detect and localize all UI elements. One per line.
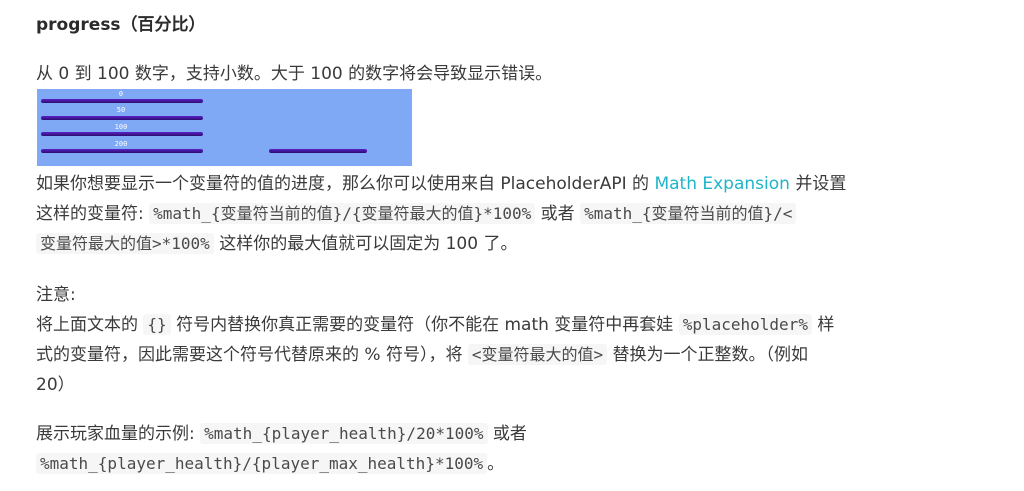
note-text-5: 替换为一个正整数。（例如: [607, 345, 809, 365]
note-text-4: 式的变量符，因此需要这个符号代替原来的 % 符号），将: [36, 345, 468, 365]
math-placeholder-code-1: %math_{变量符当前的值}/{变量符最大的值}*100%: [149, 203, 536, 224]
progress-bar-200: [41, 149, 203, 153]
progress-bar-100: [41, 132, 203, 136]
example-text-2: 或者: [487, 424, 527, 444]
example-text-3: 。: [487, 454, 505, 474]
note-text-2: 符号内替换你真正需要的变量符（你不能在 math 变量符中再套娃: [170, 315, 679, 335]
example-text-1: 展示玩家血量的示例:: [36, 424, 201, 444]
para2-text-4: 或者: [535, 204, 581, 224]
progress-bar-0: [41, 99, 203, 103]
para2-text-2: 并设置: [789, 174, 847, 194]
note-label: 注意:: [36, 285, 76, 305]
math-expansion-link[interactable]: Math Expansion: [654, 174, 789, 194]
progress-bar-200-overflow: [269, 149, 367, 153]
section-heading: progress（百分比）: [36, 15, 206, 35]
note-text-6: 20）: [36, 375, 75, 395]
note-section: 注意: 将上面文本的 {} 符号内替换你真正需要的变量符（你不能在 math 变…: [36, 280, 834, 400]
progress-demo-image: 0 50 100 200: [37, 89, 412, 166]
para2-text-3: 这样的变量符:: [36, 204, 150, 224]
health-example-code-1: %math_{player_health}/20*100%: [200, 423, 488, 444]
placeholder-explanation: 如果你想要显示一个变量符的值的进度，那么你可以使用来自 PlaceholderA…: [36, 169, 846, 259]
max-value-code: <变量符最大的值>: [467, 344, 608, 365]
progress-label-50: 50: [116, 106, 126, 114]
math-placeholder-code-2b: 变量符最大的值>*100%: [36, 233, 214, 254]
math-placeholder-code-2a: %math_{变量符当前的值}/<: [580, 203, 797, 224]
note-text-1: 将上面文本的: [36, 315, 144, 335]
placeholder-code: %placeholder%: [678, 314, 812, 335]
health-example-code-2: %math_{player_health}/{player_max_health…: [36, 453, 488, 474]
para2-text-5: 这样你的最大值就可以固定为 100 了。: [213, 234, 518, 254]
intro-text: 从 0 到 100 数字，支持小数。大于 100 的数字将会导致显示错误。: [36, 64, 553, 84]
para2-text-1: 如果你想要显示一个变量符的值的进度，那么你可以使用来自 PlaceholderA…: [36, 174, 655, 194]
progress-bar-50: [41, 116, 203, 120]
progress-label-100: 100: [114, 123, 128, 131]
example-section: 展示玩家血量的示例: %math_{player_health}/20*100%…: [36, 419, 527, 479]
progress-label-0: 0: [118, 90, 124, 98]
braces-code: {}: [143, 314, 171, 335]
progress-label-200: 200: [114, 140, 128, 148]
note-text-3: 样: [811, 315, 835, 335]
